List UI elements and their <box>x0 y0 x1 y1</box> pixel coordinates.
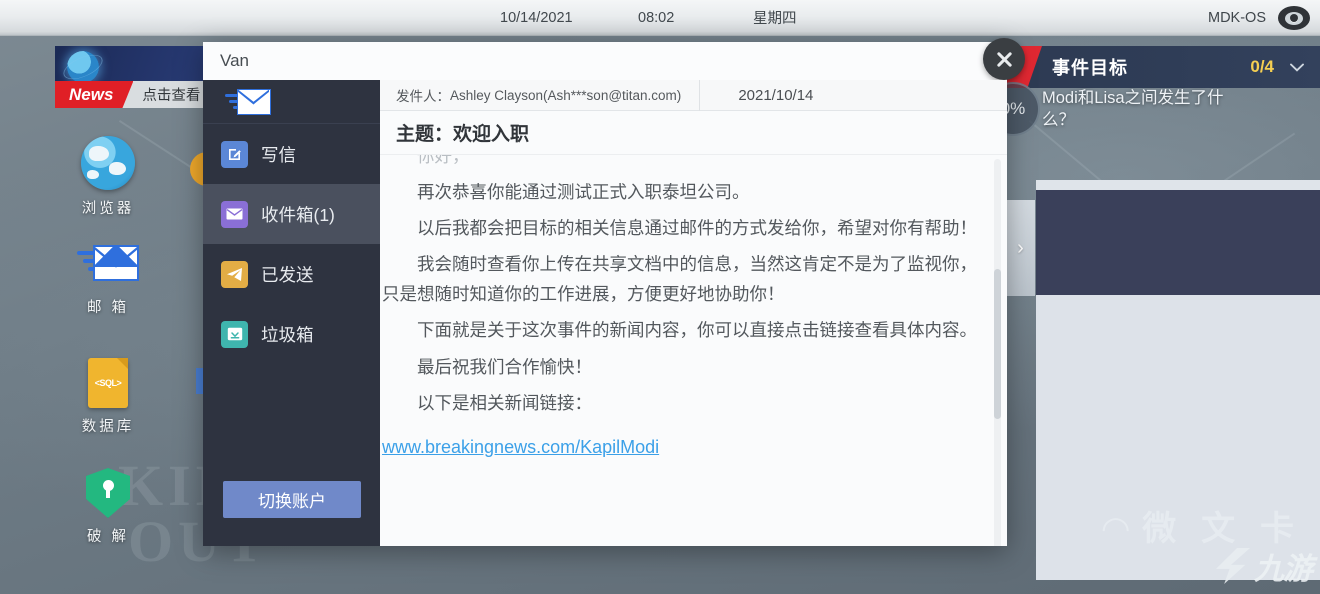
inbox-icon <box>221 200 248 228</box>
next-page-arrow[interactable]: › <box>1006 200 1035 296</box>
screen-root: KINGDO OUT 事件目标 0/4 Modi和Lisa之间发生了什么？ 推理… <box>0 0 1320 594</box>
watermark-brand: 九游 <box>1254 553 1313 586</box>
mail-subject: 主题：欢迎入职 <box>380 111 1007 155</box>
trash-icon <box>221 320 248 348</box>
objective-header[interactable]: 事件目标 0/4 <box>990 46 1320 88</box>
desktop-icon-browser[interactable]: 浏览器 <box>53 136 163 218</box>
top-status-bar: 10/14/2021 08:02 星期四 MDK-OS <box>0 0 1320 36</box>
sidebar-item-compose[interactable]: 写信 <box>203 124 380 184</box>
sidebar-item-sent[interactable]: 已发送 <box>203 244 380 304</box>
mail-scrollbar[interactable] <box>994 159 1001 546</box>
mail-body-text: 你好， 再次恭喜你能通过测试正式入职泰坦公司。 以后我都会把目标的相关信息通过邮… <box>380 155 983 463</box>
chevron-right-icon: › <box>1017 236 1024 259</box>
mail-paragraph: 以下是相关新闻链接： <box>417 392 592 413</box>
mail-sidebar: 写信 收件箱(1) 已发送 垃圾箱 切换账户 <box>203 80 380 546</box>
objective-body: Modi和Lisa之间发生了什么？ <box>1042 88 1242 132</box>
mail-window-titlebar: Van <box>203 42 1007 80</box>
news-link[interactable]: www.breakingnews.com/KapilModi <box>382 432 659 463</box>
mail-paragraph: 以后我都会把目标的相关信息通过邮件的方式发给你，希望对你有帮助！ <box>417 218 977 239</box>
status-os-name: MDK-OS <box>1208 9 1266 26</box>
mail-paragraph: 我会随时查看你上传在共享文档中的信息，当然这肯定不是为了监视你，只是想随时知道你… <box>382 254 977 305</box>
mail-icon <box>77 245 139 289</box>
background-window-cap <box>1036 180 1320 190</box>
desktop-icon-label: 破 解 <box>86 529 130 545</box>
mail-reading-pane: 发件人： Ashley Clayson(Ash***son@titan.com) … <box>380 79 1007 546</box>
objective-text: Modi和Lisa之间发生了什么？ <box>1042 89 1224 129</box>
sidebar-item-label: 写信 <box>261 144 296 165</box>
mail-meta-row: 发件人： Ashley Clayson(Ash***son@titan.com) … <box>380 79 1007 111</box>
mail-from: 发件人： Ashley Clayson(Ash***son@titan.com) <box>380 79 701 111</box>
sidebar-item-label: 收件箱(1) <box>261 204 335 225</box>
mail-date: 2021/10/14 <box>738 86 814 104</box>
mail-scrollbar-thumb[interactable] <box>994 269 1001 419</box>
database-sql-icon: <SQL> <box>88 358 128 408</box>
status-date: 10/14/2021 <box>500 9 573 26</box>
envelope-shape <box>93 245 139 281</box>
mail-window-title: Van <box>220 51 249 70</box>
background-window-header <box>1036 190 1320 295</box>
mail-logo-icon <box>203 80 380 124</box>
mail-paragraph: 再次恭喜你能通过测试正式入职泰坦公司。 <box>417 182 750 203</box>
status-time: 08:02 <box>638 9 675 26</box>
mail-clipped-line: 你好， <box>417 155 470 166</box>
close-icon[interactable] <box>983 38 1025 80</box>
sql-glyph: <SQL> <box>94 378 122 388</box>
mail-window-body: 写信 收件箱(1) 已发送 垃圾箱 切换账户 发件人： Ashley Clays… <box>203 79 1007 546</box>
mail-paragraph: 下面就是关于这次事件的新闻内容，你可以直接点击链接查看具体内容。 <box>417 320 977 341</box>
objective-title: 事件目标 <box>1052 58 1128 78</box>
globe-icon <box>81 136 135 190</box>
globe-icon <box>67 51 99 83</box>
watermark: 九游 <box>1216 544 1313 588</box>
desktop-icon-mail[interactable]: 邮 箱 <box>53 245 163 317</box>
sidebar-item-inbox[interactable]: 收件箱(1) <box>203 184 380 244</box>
watermark-ghost-text: ◠ 微 文 卡 <box>1102 510 1296 548</box>
desktop-icon-label: 浏览器 <box>81 201 135 217</box>
eye-icon[interactable] <box>1278 6 1310 30</box>
compose-icon <box>221 140 248 168</box>
keyhole-shape <box>102 480 114 498</box>
sidebar-item-label: 已发送 <box>261 264 314 285</box>
chevron-down-icon[interactable] <box>1290 63 1304 72</box>
event-objective-panel: 事件目标 0/4 Modi和Lisa之间发生了什么？ <box>990 46 1320 146</box>
jiuyou-logo-icon <box>1216 548 1250 584</box>
mail-paragraph: 最后祝我们合作愉快！ <box>417 356 592 377</box>
sidebar-item-label: 垃圾箱 <box>261 324 314 345</box>
desktop-icon-crack[interactable]: 破 解 <box>53 468 163 546</box>
status-weekday: 星期四 <box>753 11 797 27</box>
desktop-icon-database[interactable]: <SQL> 数据库 <box>53 358 163 436</box>
shield-key-icon <box>86 468 130 518</box>
desktop-icon-label: 数据库 <box>81 419 135 435</box>
switch-account-button[interactable]: 切换账户 <box>223 481 361 518</box>
sidebar-item-trash[interactable]: 垃圾箱 <box>203 304 380 364</box>
mail-from-label: 发件人： <box>396 89 450 104</box>
objective-count: 0/4 <box>1250 57 1274 76</box>
sent-icon <box>221 260 248 288</box>
mail-window: Van 写信 收件箱(1) 已发送 垃圾箱 切换账户 发件人： Ashley C… <box>203 38 1025 546</box>
desktop-icon-label: 邮 箱 <box>86 300 130 316</box>
news-tag: News <box>55 81 134 108</box>
mail-from-value: Ashley Clayson(Ash***son@titan.com) <box>450 87 682 103</box>
news-banner-text[interactable]: 点击查看 <box>142 84 200 105</box>
mail-body-scroll[interactable]: 你好， 再次恭喜你能通过测试正式入职泰坦公司。 以后我都会把目标的相关信息通过邮… <box>380 155 1007 546</box>
